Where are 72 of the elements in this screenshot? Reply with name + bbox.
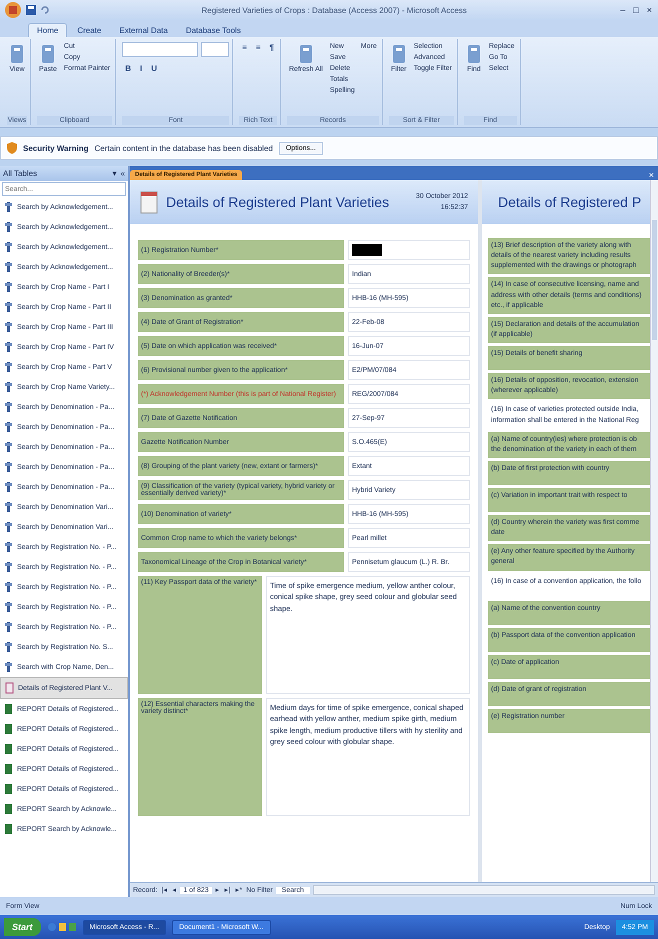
ribbon-tab[interactable]: External Data — [111, 24, 176, 37]
field-value[interactable] — [348, 240, 470, 260]
ribbon-tab[interactable]: Create — [69, 24, 110, 37]
query-icon — [4, 481, 13, 493]
query-icon — [4, 521, 13, 533]
query-icon — [4, 281, 13, 293]
query-icon — [4, 201, 13, 213]
report-icon — [4, 703, 13, 715]
form-title: Details of Registered Plant Varieties — [166, 194, 390, 210]
window-control[interactable]: – — [618, 5, 628, 15]
query-icon — [4, 301, 13, 313]
window-control[interactable]: × — [644, 5, 654, 15]
query-icon — [4, 441, 13, 453]
paragraph-button[interactable]: ≡ — [239, 42, 250, 53]
report-icon — [4, 783, 13, 795]
format-button[interactable]: I — [136, 63, 146, 74]
security-message: Certain content in the database has been disabled — [94, 144, 273, 152]
horizontal-scrollbar[interactable] — [312, 885, 655, 895]
security-title: Security Warning — [23, 144, 88, 152]
query-icon — [4, 261, 13, 273]
form-icon — [140, 190, 158, 214]
query-icon — [4, 601, 13, 613]
report-icon — [4, 803, 13, 815]
tool-icon — [40, 44, 56, 64]
quick-launch-icons[interactable] — [46, 920, 77, 934]
query-icon — [4, 461, 13, 473]
report-icon — [4, 723, 13, 735]
query-icon — [4, 641, 13, 653]
query-icon — [4, 361, 13, 373]
query-icon — [4, 381, 13, 393]
pane-control[interactable]: « — [120, 169, 125, 178]
tool-icon — [298, 44, 314, 64]
report-icon — [4, 763, 13, 775]
window-title: Registered Varieties of Crops : Database (Access 2007) - Microsoft Access — [200, 6, 468, 14]
undo-icon[interactable] — [40, 5, 50, 15]
report-icon — [4, 743, 13, 755]
tool-icon — [9, 44, 25, 64]
query-icon — [4, 561, 13, 573]
query-icon — [4, 341, 13, 353]
form-title: Details of Registered P — [498, 194, 642, 210]
query-icon — [4, 401, 13, 413]
vertical-scrollbar[interactable] — [650, 180, 658, 882]
ribbon-tab[interactable]: Home — [28, 23, 68, 37]
ribbon-tab[interactable]: Database Tools — [178, 24, 249, 37]
form-icon — [5, 682, 14, 694]
paragraph-button[interactable]: ¶ — [266, 42, 277, 53]
shield-icon — [7, 142, 17, 154]
format-button[interactable]: B — [122, 63, 134, 74]
tool-icon — [466, 44, 482, 64]
format-button[interactable]: U — [148, 63, 160, 74]
query-icon — [4, 321, 13, 333]
navigation-title: All Tables — [3, 169, 38, 178]
query-icon — [4, 541, 13, 553]
query-icon — [4, 221, 13, 233]
query-icon — [4, 501, 13, 513]
redaction-block — [352, 244, 382, 256]
office-button-icon[interactable] — [4, 1, 22, 19]
query-icon — [4, 421, 13, 433]
close-button[interactable]: × — [648, 170, 658, 180]
paragraph-button[interactable]: ≡ — [252, 42, 264, 53]
font-size-field[interactable] — [201, 42, 230, 57]
query-icon — [4, 621, 13, 633]
query-icon — [4, 581, 13, 593]
font-name-field[interactable] — [122, 42, 198, 57]
query-icon — [4, 241, 13, 253]
save-icon[interactable] — [26, 5, 36, 15]
report-icon — [4, 823, 13, 835]
tool-icon — [390, 44, 407, 64]
window-control[interactable]: □ — [631, 5, 641, 15]
start-button[interactable]: Start — [4, 918, 41, 936]
query-icon — [4, 661, 13, 673]
pane-control[interactable]: ▾ — [112, 169, 117, 178]
